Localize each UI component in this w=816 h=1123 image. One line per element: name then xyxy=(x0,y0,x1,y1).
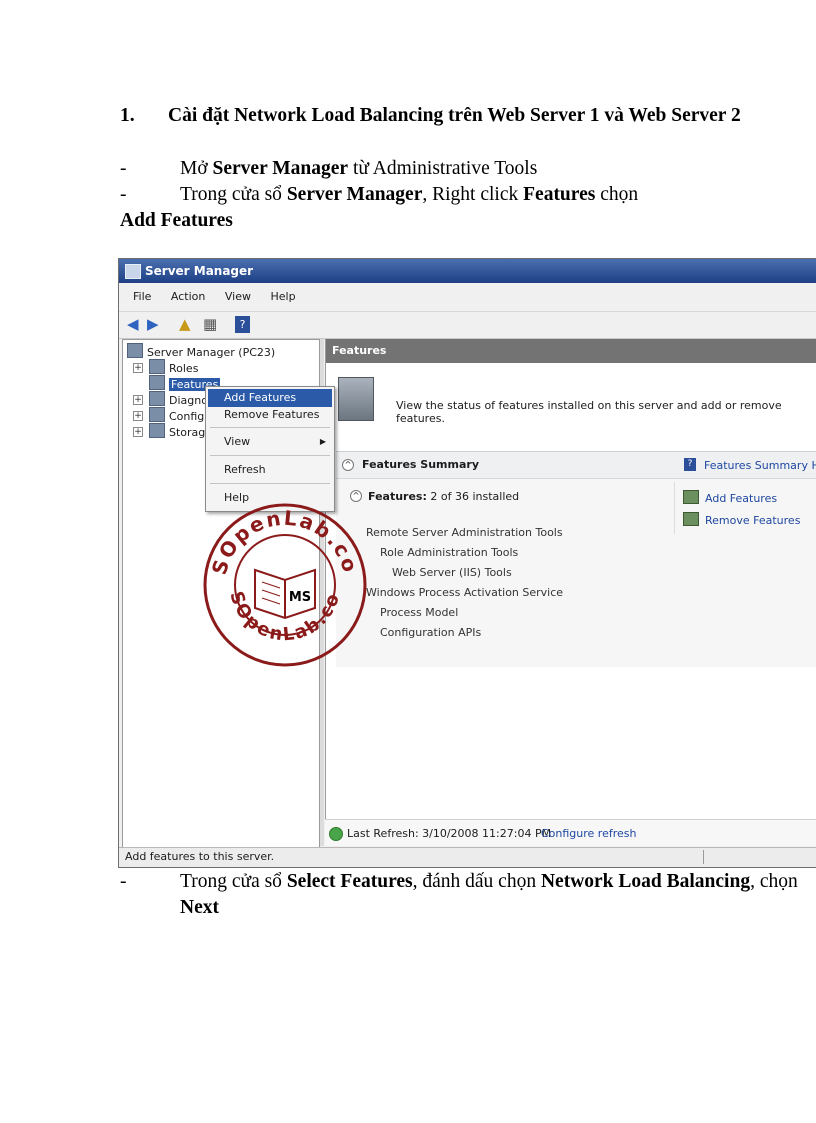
configure-refresh-link[interactable]: Configure refresh xyxy=(541,827,636,840)
stamp-ring-text-top: MSOpenLab.com xyxy=(200,500,363,577)
tree-item-storage[interactable]: + Storage xyxy=(133,423,212,439)
status-text: Add features to this server. xyxy=(125,850,275,863)
summary-help-link[interactable]: Features Summary Help xyxy=(704,459,816,472)
refresh-bar: Last Refresh: 3/10/2008 11:27:04 PM Conf… xyxy=(325,819,816,846)
last-refresh-text: Last Refresh: 3/10/2008 11:27:04 PM xyxy=(347,827,552,840)
step-2: - Trong cửa sổ Server Manager, Right clic… xyxy=(120,184,639,231)
back-arrow-icon[interactable]: ◀ xyxy=(127,316,139,333)
actions-panel: Add Features Remove Features xyxy=(674,482,816,534)
toolbox-icon xyxy=(338,377,374,421)
menu-help[interactable]: Help xyxy=(270,286,295,308)
expand-icon[interactable]: + xyxy=(133,363,143,373)
window-title: Server Manager xyxy=(145,264,254,278)
server-manager-icon xyxy=(125,264,141,279)
add-features-link[interactable]: Add Features xyxy=(683,490,777,505)
menu-action[interactable]: Action xyxy=(171,286,205,308)
msopenlab-watermark-stamp: MSOpenLab.com MSOpenLab.com MS xyxy=(200,500,367,667)
refresh-icon xyxy=(329,827,343,841)
feature-item: Configuration APIs xyxy=(380,626,482,639)
summary-header[interactable]: ^ Features Summary ? Features Summary He… xyxy=(336,452,816,479)
tree-item-configuration[interactable]: + Configu xyxy=(133,407,211,423)
expand-icon[interactable]: + xyxy=(133,427,143,437)
server-icon xyxy=(127,343,143,358)
feature-item: Web Server (IIS) Tools xyxy=(392,566,512,579)
status-divider xyxy=(703,850,704,864)
remove-features-icon xyxy=(683,512,699,526)
add-features-icon xyxy=(683,490,699,504)
feature-item: Role Administration Tools xyxy=(380,546,519,559)
features-summary-section: ^ Features Summary ? Features Summary He… xyxy=(336,451,816,667)
feature-item: Windows Process Activation Service xyxy=(366,586,564,599)
status-bar: Add features to this server. xyxy=(119,847,816,867)
stamp-center-text: MS xyxy=(289,590,311,605)
features-pane: Features View the status of features ins… xyxy=(325,339,816,846)
menu-item-remove-features[interactable]: Remove Features xyxy=(208,406,332,424)
step-3: - Trong cửa sổ Select Features, đánh dấu … xyxy=(120,871,798,918)
roles-icon xyxy=(149,359,165,374)
heading-number: 1. xyxy=(120,105,135,126)
help-icon[interactable]: ? xyxy=(235,316,250,333)
tree-item-roles[interactable]: + Roles xyxy=(133,359,198,375)
properties-grid-icon[interactable]: ▦ xyxy=(203,316,217,333)
features-banner: View the status of features installed on… xyxy=(326,363,816,443)
feature-item: Remote Server Administration Tools xyxy=(366,526,563,539)
storage-icon xyxy=(149,423,165,438)
collapse-icon[interactable]: ^ xyxy=(342,459,354,471)
help-icon: ? xyxy=(684,458,696,471)
pane-header: Features xyxy=(326,339,816,363)
summary-title: Features Summary xyxy=(362,458,479,471)
banner-text: View the status of features installed on… xyxy=(396,399,782,425)
context-menu: Add Features Remove Features View ▶ Refre… xyxy=(205,386,335,512)
menu-item-add-features[interactable]: Add Features xyxy=(208,389,332,407)
menu-bar: File Action View Help xyxy=(119,286,816,308)
menu-item-refresh[interactable]: Refresh xyxy=(208,461,332,479)
menu-separator xyxy=(210,455,330,456)
step-1: - Mở Server Manager từ Administrative Too… xyxy=(120,158,538,179)
title-bar[interactable]: Server Manager xyxy=(119,259,816,283)
tree-item-server-manager[interactable]: Server Manager (PC23) xyxy=(127,343,275,359)
features-icon xyxy=(149,375,165,390)
expand-icon[interactable]: + xyxy=(133,395,143,405)
heading-text: Cài đặt Network Load Balancing trên Web … xyxy=(168,105,741,126)
tree-item-diagnostics[interactable]: + Diagnos xyxy=(133,391,214,407)
configuration-icon xyxy=(149,407,165,422)
diagnostics-icon xyxy=(149,391,165,406)
menu-file[interactable]: File xyxy=(133,286,151,308)
menu-separator xyxy=(210,483,330,484)
heading: 1. Cài đặt Network Load Balancing trên We… xyxy=(120,103,800,129)
menu-separator xyxy=(210,427,330,428)
menu-view[interactable]: View xyxy=(225,286,251,308)
features-count-line: Features: 2 of 36 installed xyxy=(368,490,520,503)
forward-arrow-icon[interactable]: ▶ xyxy=(147,316,159,333)
expand-icon[interactable]: + xyxy=(133,411,143,421)
up-folder-icon[interactable]: ▲ xyxy=(179,316,191,333)
remove-features-link[interactable]: Remove Features xyxy=(683,512,800,527)
feature-item: Process Model xyxy=(380,606,459,619)
toolbar: ◀ ▶ ▲ ▦ ? xyxy=(119,311,816,339)
submenu-arrow-icon: ▶ xyxy=(319,437,326,446)
menu-item-view[interactable]: View ▶ xyxy=(208,433,332,451)
